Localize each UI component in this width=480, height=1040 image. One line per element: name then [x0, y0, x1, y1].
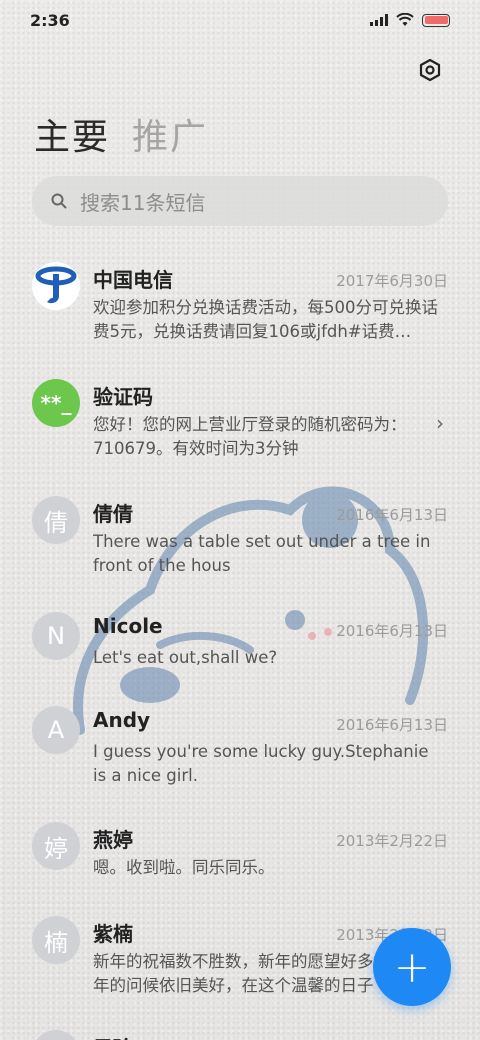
battery-icon — [422, 13, 450, 27]
contact-name: Andy — [93, 708, 151, 732]
contact-name: 中国电信 — [93, 268, 173, 292]
avatar — [32, 262, 80, 310]
message-preview: 您好！您的网上营业厅登录的随机密码为：710679。有效时间为3分钟 — [93, 415, 407, 458]
message-date: 2013年2月22日 — [336, 832, 448, 850]
tab-primary[interactable]: 主要 — [34, 108, 110, 160]
contact-name: 子玲 — [93, 1032, 133, 1040]
conversation-item[interactable]: 子玲 — [0, 1022, 480, 1040]
message-tabs: 主要 推广 — [34, 108, 208, 160]
conversation-item[interactable]: 倩 倩倩 2016年6月13日 There was a table set ou… — [0, 484, 480, 594]
cellular-signal-icon — [370, 14, 388, 26]
message-preview: I guess you're some lucky guy.Stephanie … — [93, 742, 429, 785]
message-date: 2017年6月30日 — [336, 272, 448, 290]
message-date: 2016年6月13日 — [336, 716, 448, 734]
message-date: 2016年6月13日 — [336, 622, 448, 640]
search-placeholder: 搜索11条短信 — [80, 190, 206, 215]
contact-name: 燕婷 — [93, 828, 133, 852]
avatar — [32, 1030, 80, 1040]
china-telecom-logo-icon — [32, 262, 80, 310]
contact-name: Nicole — [93, 614, 163, 638]
settings-hexagon-icon — [419, 58, 441, 82]
message-preview: 嗯。收到啦。同乐同乐。 — [93, 858, 275, 877]
search-icon — [51, 193, 67, 209]
conversation-item[interactable]: **_ 验证码 您好！您的网上营业厅登录的随机密码为：710679。有效时间为3… — [0, 367, 480, 477]
status-time: 2:36 — [30, 10, 70, 30]
avatar: 婷 — [32, 822, 80, 870]
avatar: 倩 — [32, 496, 80, 544]
contact-name: 紫楠 — [93, 922, 133, 946]
compose-button[interactable]: + — [373, 928, 451, 1006]
contact-name: 验证码 — [93, 385, 153, 409]
conversation-item[interactable]: A Andy 2016年6月13日 I guess you're some lu… — [0, 694, 480, 804]
avatar: **_ — [32, 379, 80, 427]
message-date: 2016年6月13日 — [336, 506, 448, 524]
wifi-icon — [396, 13, 414, 26]
status-bar: 2:36 — [0, 0, 480, 40]
conversation-item[interactable]: 中国电信 2017年6月30日 欢迎参加积分兑换话费活动，每500分可兑换话费5… — [0, 250, 480, 360]
tab-promotions[interactable]: 推广 — [132, 108, 208, 160]
search-bar[interactable]: 搜索11条短信 — [32, 176, 448, 226]
conversation-item[interactable]: N Nicole 2016年6月13日 Let's eat out,shall … — [0, 600, 480, 690]
conversation-item[interactable]: 婷 燕婷 2013年2月22日 嗯。收到啦。同乐同乐。 — [0, 810, 480, 900]
avatar: N — [32, 612, 80, 660]
contact-name: 倩倩 — [93, 502, 133, 526]
chevron-right-icon[interactable]: › — [436, 411, 444, 435]
settings-button[interactable] — [416, 56, 444, 84]
avatar: A — [32, 706, 80, 754]
message-preview: 欢迎参加积分兑换话费活动，每500分可兑换话费5元，兑换话费请回复106或jfd… — [93, 298, 438, 341]
plus-icon: + — [393, 941, 431, 993]
avatar: 楠 — [32, 916, 80, 964]
status-icons — [370, 13, 450, 27]
message-preview: There was a table set out under a tree i… — [93, 532, 431, 575]
message-preview: Let's eat out,shall we? — [93, 648, 278, 667]
